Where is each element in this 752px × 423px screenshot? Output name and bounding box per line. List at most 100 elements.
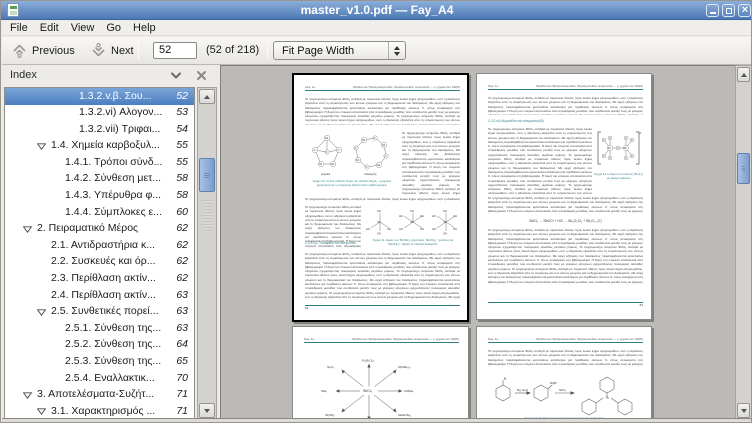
toolbar: Previous Next 52 (52 of 218) Fit Page Wi… bbox=[2, 37, 752, 65]
page-header: Κεφ. 1οΟξείδια και Υδροξυαλογονίδια, Οξο… bbox=[488, 82, 643, 90]
svg-text:OH: OH bbox=[377, 209, 381, 213]
scroll-up-button[interactable] bbox=[199, 89, 215, 104]
close-button[interactable]: × bbox=[738, 4, 751, 17]
scroll-up-button[interactable] bbox=[737, 67, 750, 82]
page-text: Το τριχλωριούχο αντιμόνιο SbCl₃ αντιδρά … bbox=[305, 97, 460, 125]
toc-item[interactable]: 1.4.4. Σύμπλοκες ε...60 bbox=[5, 204, 194, 221]
scrollbar-thumb[interactable] bbox=[199, 158, 215, 192]
toc-item-label: 2.5. Συνθετικές πορεί... bbox=[51, 305, 159, 317]
figure-caption: Σχήμα 10. Οι δύο πιθανές δομές του οξειδ… bbox=[306, 180, 398, 193]
toc-item[interactable]: 1.4.3. Υπέρυθρα φ...58 bbox=[5, 188, 194, 205]
page-header: Κεφ. 1οΟξείδια και Υδροξυαλογονίδια, Οξο… bbox=[305, 83, 460, 91]
svg-text:Sb: Sb bbox=[382, 143, 386, 147]
toc-item[interactable]: 2.1. Αντιδραστήρια κ...62 bbox=[5, 237, 194, 254]
expander-triangle-icon[interactable] bbox=[37, 309, 46, 316]
menu-file[interactable]: File bbox=[4, 21, 34, 36]
minimize-button[interactable] bbox=[706, 4, 719, 17]
figure-label: πολυμερής bbox=[364, 172, 377, 176]
index-tree: 1.3.2.v.β. Σου...521.3.2.vi) Αλογον...53… bbox=[4, 87, 195, 420]
toc-item[interactable]: 2.5. Συνθετικές πορεί...63 bbox=[5, 304, 194, 321]
window-title: master_v1.0.pdf — Fay_A4 bbox=[1, 3, 752, 17]
svg-text:Sb: Sb bbox=[325, 136, 329, 140]
page-text: Το τριχλωριούχο αντιμόνιο SbCl₃ αντιδρά … bbox=[488, 228, 643, 284]
toc-item[interactable]: 1.3.2.vi) Αλογον...53 bbox=[5, 105, 194, 122]
pdf-page-54[interactable]: Κεφ. 1οΟξείδια και Υδροξυαλογονίδια, Οξο… bbox=[292, 326, 469, 420]
toc-item[interactable]: 1.3.2.v.β. Σου...52 bbox=[5, 88, 194, 105]
chevron-down-icon[interactable] bbox=[170, 71, 182, 80]
page-text: Το τριχλωριούχο αντιμόνιο SbCl₃ αντιδρά … bbox=[488, 96, 643, 115]
page-footer: 53 bbox=[488, 302, 643, 307]
section-heading: 1.3.2.v.β. Σουλφίδια του αντιμονίου bbox=[305, 241, 363, 245]
toc-item[interactable]: 2.2. Συσκευές και όρ...62 bbox=[5, 254, 194, 271]
toc-item-page: 70 bbox=[176, 372, 188, 384]
toc-item-page: 65 bbox=[176, 355, 188, 367]
menu-edit[interactable]: Edit bbox=[34, 21, 65, 36]
next-page-button[interactable]: Next bbox=[90, 39, 134, 62]
svg-text:HO: HO bbox=[399, 214, 403, 218]
toc-item[interactable]: 2.5.1. Σύνθεση της...63 bbox=[5, 320, 194, 337]
expander-triangle-icon[interactable] bbox=[37, 143, 46, 150]
equation: SbCl₃ → SbOCl + HCl → Sb₄O₅Cl₂ + Sb₂O₃, … bbox=[488, 219, 643, 223]
pdf-page-55[interactable]: Κεφ. 1οΟξείδια και Υδροξυαλογονίδια, Οξο… bbox=[476, 326, 652, 420]
expander-triangle-icon[interactable] bbox=[23, 392, 32, 399]
document-scrollbar[interactable] bbox=[735, 65, 752, 420]
toc-item[interactable]: 2.5.4. Εναλλακτικ...70 bbox=[5, 370, 194, 387]
toc-item[interactable]: 1.4.1. Τρόποι σύνδ...55 bbox=[5, 154, 194, 171]
toc-item[interactable]: 3. Αποτελέσματα-Συζήτ...71 bbox=[5, 387, 194, 404]
pdf-page-52[interactable]: Κεφ. 1οΟξείδια και Υδροξυαλογονίδια, Οξο… bbox=[292, 73, 469, 322]
scheme-reagent-1: Mg, Et₂O bbox=[517, 388, 528, 392]
previous-label: Previous bbox=[32, 45, 75, 57]
menu-go[interactable]: Go bbox=[100, 21, 127, 36]
svg-text:Sb: Sb bbox=[319, 162, 323, 166]
toc-item[interactable]: 2. Πειραματικό Μέρος62 bbox=[5, 221, 194, 238]
expander-triangle-icon[interactable] bbox=[23, 226, 32, 233]
previous-page-button[interactable]: Previous bbox=[11, 39, 75, 62]
scheme-center-label: SbCl₃ bbox=[363, 389, 373, 393]
scroll-down-button[interactable] bbox=[737, 403, 750, 418]
scrollbar-thumb[interactable] bbox=[737, 153, 750, 184]
toc-item[interactable]: 1.3.2.vii) Τριφαι...54 bbox=[5, 121, 194, 138]
toc-item[interactable]: 2.3. Περίθλαση ακτίν...62 bbox=[5, 271, 194, 288]
combobox-arrows-icon bbox=[388, 42, 405, 59]
svg-text:O: O bbox=[385, 154, 387, 158]
toc-item-label: 2.5.3. Σύνθεση της... bbox=[65, 355, 161, 367]
svg-text:HO: HO bbox=[432, 227, 436, 231]
svg-text:Sb: Sb bbox=[377, 163, 381, 167]
svg-text:Sb: Sb bbox=[356, 158, 360, 162]
scroll-down-button[interactable] bbox=[199, 403, 215, 418]
toc-item[interactable]: 1.4.2. Σύνθεση μετ...58 bbox=[5, 171, 194, 188]
expander-triangle-icon[interactable] bbox=[37, 408, 46, 415]
svg-text:O: O bbox=[338, 148, 340, 152]
pdf-page-53[interactable]: Κεφ. 1οΟξείδια και Υδροξυαλογονίδια, Οξο… bbox=[476, 73, 652, 320]
titlebar[interactable]: master_v1.0.pdf — Fay_A4 × bbox=[1, 1, 752, 20]
sidebar-close-icon[interactable] bbox=[196, 70, 207, 81]
sidebar-scrollbar[interactable] bbox=[197, 87, 217, 420]
svg-text:Br: Br bbox=[504, 376, 507, 380]
toc-item[interactable]: 2.5.2. Σύνθεση της...64 bbox=[5, 337, 194, 354]
document-view[interactable]: Κεφ. 1οΟξείδια και Υδροξυαλογονίδια, Οξο… bbox=[220, 65, 735, 420]
scheme-label-2: LiSbMe₂ bbox=[404, 389, 414, 393]
svg-text:MgBr: MgBr bbox=[550, 381, 557, 385]
svg-text:O: O bbox=[314, 148, 316, 152]
svg-text:OH: OH bbox=[420, 214, 424, 218]
sidebar-header: Index bbox=[2, 65, 220, 87]
toc-item-label: 2.5.1. Σύνθεση της... bbox=[65, 322, 161, 334]
toc-item[interactable]: 1.4. Χημεία καρβοξυλ...55 bbox=[5, 138, 194, 155]
svg-text:O: O bbox=[366, 165, 368, 169]
page-number-input[interactable]: 52 bbox=[153, 42, 197, 59]
svg-text:Sb: Sb bbox=[444, 220, 448, 224]
maximize-button[interactable] bbox=[722, 4, 735, 17]
svg-text:OH: OH bbox=[410, 209, 414, 213]
toc-item-page: 62 bbox=[176, 255, 188, 267]
toc-item-page: 52 bbox=[176, 90, 188, 102]
toc-item[interactable]: 2.5.3. Σύνθεση της... 65 bbox=[5, 354, 194, 371]
previous-icon bbox=[11, 42, 28, 59]
menu-view[interactable]: View bbox=[65, 21, 101, 36]
menu-help[interactable]: Help bbox=[127, 21, 162, 36]
zoom-mode-combobox[interactable]: Fit Page Width bbox=[273, 41, 406, 60]
page-text: Το τριχλωριούχο αντιμόνιο SbCl₃ αντιδρά … bbox=[402, 131, 460, 195]
toc-item-page: 60 bbox=[176, 206, 188, 218]
toolbar-separator bbox=[138, 41, 139, 60]
scheme-label-5: Sb(OR)₃ bbox=[325, 413, 335, 417]
toc-item[interactable]: 2.4. Περίθλαση ακτίν...63 bbox=[5, 287, 194, 304]
